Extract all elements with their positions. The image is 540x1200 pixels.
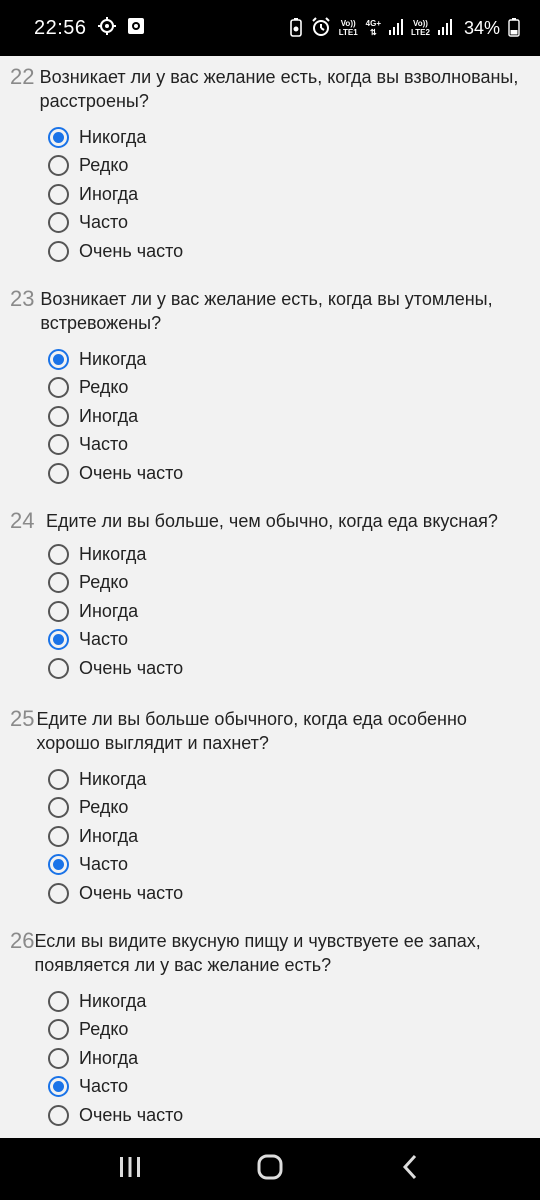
option-often[interactable]: Часто (48, 1073, 528, 1102)
option-often[interactable]: Часто (48, 626, 528, 655)
question-number: 23 (10, 286, 35, 311)
option-never[interactable]: Никогда (48, 540, 528, 569)
radio-button[interactable] (48, 405, 69, 427)
radio-button[interactable] (48, 797, 69, 819)
sim1-indicator: Vo)) LTE1 (338, 19, 358, 37)
option-sometimes[interactable]: Иногда (48, 180, 528, 209)
radio-button[interactable] (48, 1047, 69, 1069)
option-never[interactable]: Никогда (48, 345, 528, 374)
radio-button[interactable] (48, 882, 69, 904)
navigation-bar (0, 1138, 540, 1200)
radio-button-selected[interactable] (48, 348, 69, 370)
question-text: Если вы видите вкусную пищу и чувствуете… (34, 931, 481, 975)
option-very-often[interactable]: Очень часто (48, 879, 528, 908)
option-sometimes[interactable]: Иногда (48, 402, 528, 431)
radio-button[interactable] (48, 434, 69, 456)
radio-button[interactable] (48, 825, 69, 847)
back-button[interactable] (380, 1149, 440, 1189)
question-25: 25 Едите ли вы больше обычного, когда ед… (0, 704, 540, 908)
radio-button-selected[interactable] (48, 1076, 69, 1098)
radio-button[interactable] (48, 657, 69, 679)
question-text: Возникает ли у вас желание есть, когда в… (40, 289, 493, 333)
question-26: 26 Если вы видите вкусную пищу и чувству… (0, 926, 540, 1130)
status-time: 22:56 (34, 16, 87, 39)
radio-button[interactable] (48, 768, 69, 790)
option-sometimes[interactable]: Иногда (48, 597, 528, 626)
status-bar: 22:56 Vo)) LTE1 4G+ ⇅ Vo)) LTE2 34% (0, 0, 540, 56)
radio-button[interactable] (48, 377, 69, 399)
question-text: Едите ли вы больше, чем обычно, когда ед… (46, 511, 498, 531)
radio-button-selected[interactable] (48, 854, 69, 876)
question-number: 24 (10, 508, 35, 533)
option-never[interactable]: Никогда (48, 765, 528, 794)
options-list: Никогда Редко Иногда Часто Очень часто (48, 123, 528, 266)
option-very-often[interactable]: Очень часто (48, 459, 528, 488)
battery-icon (508, 17, 520, 40)
alarm-icon (311, 16, 331, 40)
radio-button[interactable] (48, 543, 69, 565)
network-type-indicator: 4G+ ⇅ (365, 19, 381, 37)
option-rarely[interactable]: Редко (48, 1016, 528, 1045)
question-24: 24 Едите ли вы больше, чем обычно, когда… (0, 506, 540, 683)
radio-button-selected[interactable] (48, 126, 69, 148)
option-sometimes[interactable]: Иногда (48, 1044, 528, 1073)
radio-button[interactable] (48, 183, 69, 205)
bluetooth-battery-icon (289, 17, 303, 40)
radio-button-selected[interactable] (48, 629, 69, 651)
options-list: Никогда Редко Иногда Часто Очень часто (48, 987, 528, 1130)
signal-icon (389, 18, 403, 38)
radio-button[interactable] (48, 240, 69, 262)
home-icon (256, 1153, 284, 1186)
option-very-often[interactable]: Очень часто (48, 237, 528, 266)
recents-button[interactable] (100, 1149, 160, 1189)
recents-icon (118, 1156, 142, 1183)
options-list: Никогда Редко Иногда Часто Очень часто (48, 345, 528, 488)
radio-button[interactable] (48, 212, 69, 234)
gear-notification-icon (97, 16, 117, 41)
battery-percent: 34% (463, 17, 500, 38)
radio-button[interactable] (48, 990, 69, 1012)
data-arrows-icon: ⇅ (369, 28, 377, 37)
option-very-often[interactable]: Очень часто (48, 1101, 528, 1130)
home-button[interactable] (240, 1149, 300, 1189)
option-rarely[interactable]: Редко (48, 374, 528, 403)
radio-button[interactable] (48, 462, 69, 484)
option-rarely[interactable]: Редко (48, 152, 528, 181)
question-number: 22 (10, 64, 35, 89)
option-often[interactable]: Часто (48, 851, 528, 880)
options-list: Никогда Редко Иногда Часто Очень часто (48, 540, 528, 683)
option-often[interactable]: Часто (48, 209, 528, 238)
option-very-often[interactable]: Очень часто (48, 654, 528, 683)
option-sometimes[interactable]: Иногда (48, 822, 528, 851)
signal-icon-2 (437, 18, 452, 38)
question-23: 23 Возникает ли у вас желание есть, когд… (0, 284, 540, 488)
radio-button[interactable] (48, 1019, 69, 1041)
question-text: Едите ли вы больше обычного, когда еда о… (36, 709, 467, 753)
option-never[interactable]: Никогда (48, 987, 528, 1016)
radio-button[interactable] (48, 572, 69, 594)
option-rarely[interactable]: Редко (48, 569, 528, 598)
options-list: Никогда Редко Иногда Часто Очень часто (48, 765, 528, 908)
radio-button[interactable] (48, 600, 69, 622)
back-icon (401, 1154, 419, 1185)
option-never[interactable]: Никогда (48, 123, 528, 152)
question-number: 26 (10, 928, 35, 953)
option-rarely[interactable]: Редко (48, 794, 528, 823)
app-notification-icon (127, 17, 145, 40)
question-number: 25 (10, 706, 35, 731)
sim2-indicator: Vo)) LTE2 (411, 19, 430, 37)
radio-button[interactable] (48, 155, 69, 177)
option-often[interactable]: Часто (48, 431, 528, 460)
questionnaire: 22 Возникает ли у вас желание есть, когд… (0, 56, 540, 1138)
radio-button[interactable] (48, 1104, 69, 1126)
question-22: 22 Возникает ли у вас желание есть, когд… (0, 62, 540, 266)
question-text: Возникает ли у вас желание есть, когда в… (39, 67, 519, 111)
